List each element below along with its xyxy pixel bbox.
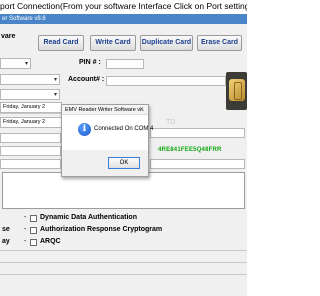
date1-num: 2: [42, 104, 46, 110]
instruction-text: port Connection(From your software Inter…: [0, 1, 247, 11]
ok-button[interactable]: OK: [108, 157, 140, 169]
date-picker-2[interactable]: Friday, January 2: [0, 117, 62, 128]
window-title: er Software v8.6: [0, 14, 247, 24]
option-prefix: ay: [2, 238, 10, 245]
software-field-label: vare: [1, 33, 16, 40]
left-combo-2[interactable]: ▾: [0, 74, 60, 85]
output-textarea[interactable]: [2, 172, 245, 209]
arc-label: Authorization Response Cryptogram: [40, 226, 163, 233]
option-dash: -: [24, 226, 27, 233]
option-dash: -: [24, 238, 27, 245]
right-field-1[interactable]: [150, 128, 245, 138]
left-field-1[interactable]: [0, 133, 61, 143]
date1-day: Friday: [3, 104, 18, 110]
dda-label: Dynamic Data Authentication: [40, 214, 137, 221]
watermark-text: TD: [166, 119, 176, 126]
left-field-3[interactable]: [0, 159, 61, 169]
arqc-checkbox[interactable]: [30, 239, 37, 246]
divider: [0, 250, 247, 251]
erase-card-button[interactable]: Erase Card: [197, 35, 242, 51]
hex-data-text: 4RE841FEE5Q48FRR: [158, 147, 222, 153]
arqc-label: ARQC: [40, 238, 61, 245]
write-card-button[interactable]: Write Card: [90, 35, 136, 51]
divider: [0, 113, 62, 114]
read-card-button[interactable]: Read Card: [38, 35, 84, 51]
account-input[interactable]: [106, 76, 226, 86]
duplicate-card-button[interactable]: Duplicate Card: [140, 35, 193, 51]
left-combo-3[interactable]: ▾: [0, 89, 60, 100]
divider: [0, 274, 247, 275]
date2-sep: ,: [17, 119, 20, 125]
date2-num: 2: [42, 119, 46, 125]
left-field-2[interactable]: [0, 146, 61, 156]
account-label: Account# :: [68, 76, 105, 83]
chevron-down-icon: ▾: [24, 61, 28, 67]
right-field-2[interactable]: [150, 159, 245, 169]
option-dash: -: [24, 214, 27, 221]
left-combo-1[interactable]: ▾: [0, 58, 31, 69]
info-icon: i: [78, 123, 91, 136]
close-icon[interactable]: ✕: [136, 106, 147, 114]
dialog-message: Connected On COM 4: [94, 126, 154, 132]
date1-sep: ,: [17, 104, 20, 110]
arc-checkbox[interactable]: [30, 227, 37, 234]
date2-month: January: [20, 119, 41, 125]
pin-label: PIN # :: [79, 59, 101, 66]
divider: [0, 262, 247, 263]
date2-day: Friday: [3, 119, 18, 125]
chevron-down-icon: ▾: [53, 77, 57, 83]
chevron-down-icon: ▾: [53, 92, 57, 98]
date-picker-1[interactable]: Friday, January 2: [0, 102, 62, 113]
dda-checkbox[interactable]: [30, 215, 37, 222]
chip-card-image: [226, 72, 247, 110]
pin-input[interactable]: [106, 59, 144, 69]
option-prefix: se: [2, 226, 10, 233]
date1-month: January: [20, 104, 41, 110]
